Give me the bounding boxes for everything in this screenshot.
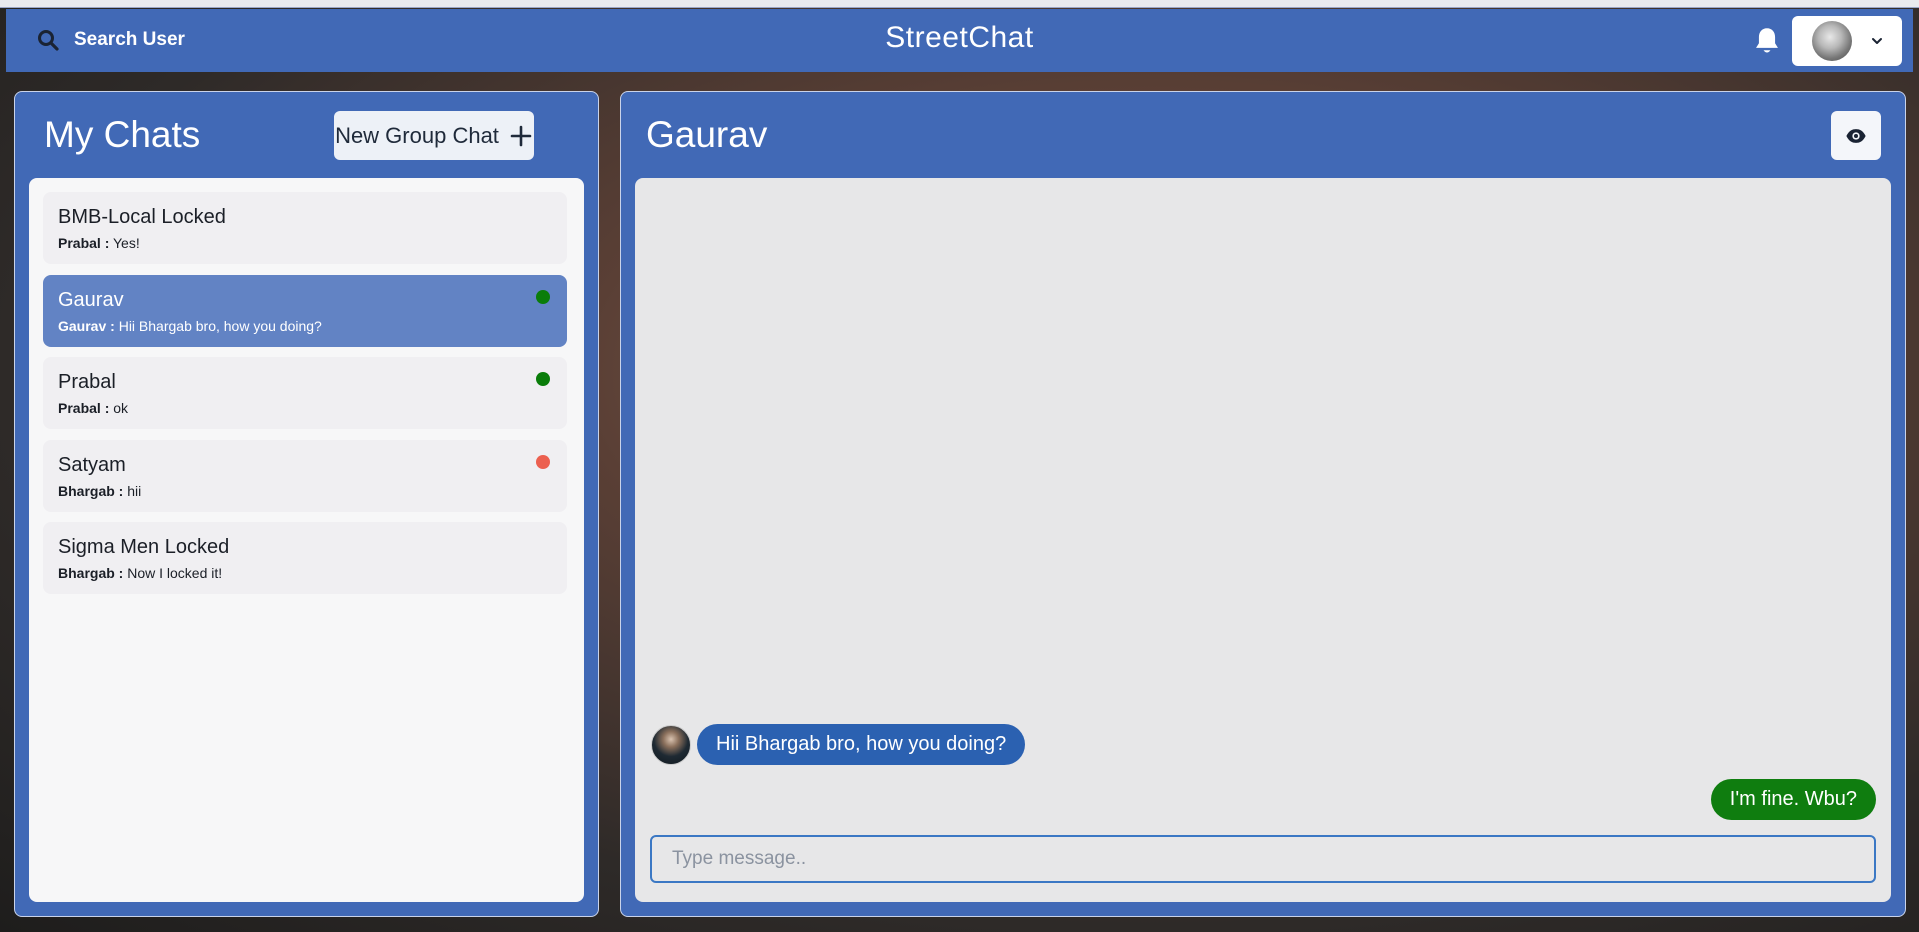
app-brand-title: StreetChat bbox=[885, 21, 1034, 54]
chat-preview: Bhargab : Now I locked it! bbox=[58, 565, 552, 581]
conversation-panel: Gaurav Hii Bhargab bro, how you doing? I… bbox=[620, 91, 1906, 917]
messages-area: Hii Bhargab bro, how you doing? I'm fine… bbox=[635, 178, 1891, 902]
search-user-button[interactable]: Search User bbox=[36, 23, 185, 57]
offline-status-dot bbox=[536, 455, 550, 469]
incoming-message-bubble: Hii Bhargab bro, how you doing? bbox=[697, 724, 1026, 765]
profile-menu-button[interactable] bbox=[1792, 16, 1902, 66]
chat-item-satyam[interactable]: Satyam Bhargab : hii bbox=[43, 440, 567, 512]
eye-icon bbox=[1846, 128, 1866, 143]
chat-preview-message: Now I locked it! bbox=[127, 565, 223, 581]
chat-list: BMB-Local Locked Prabal : Yes! Gaurav Ga… bbox=[29, 178, 584, 902]
chat-name: Prabal bbox=[58, 371, 116, 393]
chevron-down-icon bbox=[1872, 38, 1882, 44]
view-profile-button[interactable] bbox=[1831, 111, 1881, 160]
top-bar: Search User StreetChat bbox=[6, 9, 1913, 72]
chat-preview-sender: Gaurav : bbox=[58, 318, 115, 334]
outgoing-message-bubble: I'm fine. Wbu? bbox=[1710, 779, 1876, 820]
chat-name: BMB-Local Locked bbox=[58, 206, 226, 228]
window-top-strip bbox=[0, 0, 1919, 8]
chat-preview-message: ok bbox=[113, 400, 129, 416]
plus-icon bbox=[510, 125, 532, 146]
chat-preview-sender: Prabal : bbox=[58, 400, 110, 416]
chat-preview: Gaurav : Hii Bhargab bro, how you doing? bbox=[58, 318, 552, 334]
chat-item-bmb-local-locked[interactable]: BMB-Local Locked Prabal : Yes! bbox=[43, 192, 567, 264]
chat-preview-sender: Prabal : bbox=[58, 235, 110, 251]
chat-preview-sender: Bhargab : bbox=[58, 565, 124, 581]
chat-preview: Prabal : ok bbox=[58, 400, 552, 416]
my-chats-title: My Chats bbox=[44, 114, 201, 155]
new-group-chat-label: New Group Chat bbox=[335, 122, 499, 148]
chat-item-sigma-men-locked[interactable]: Sigma Men Locked Bhargab : Now I locked … bbox=[43, 522, 567, 594]
conversation-title: Gaurav bbox=[646, 114, 768, 155]
search-icon bbox=[38, 30, 59, 51]
sender-avatar[interactable] bbox=[651, 724, 691, 765]
chat-preview: Bhargab : hii bbox=[58, 483, 552, 499]
chat-name: Sigma Men Locked bbox=[58, 536, 230, 558]
chat-item-gaurav[interactable]: Gaurav Gaurav : Hii Bhargab bro, how you… bbox=[43, 275, 567, 347]
chat-preview-message: Hii Bhargab bro, how you doing? bbox=[118, 318, 322, 334]
chat-item-prabal[interactable]: Prabal Prabal : ok bbox=[43, 357, 567, 429]
chat-preview-message: hii bbox=[127, 483, 142, 499]
online-status-dot bbox=[536, 290, 550, 304]
chat-preview-sender: Bhargab : bbox=[58, 483, 124, 499]
chat-preview: Prabal : Yes! bbox=[58, 235, 552, 251]
search-user-label: Search User bbox=[74, 29, 185, 50]
avatar bbox=[1812, 21, 1852, 61]
bell-icon[interactable] bbox=[1753, 26, 1781, 56]
message-input[interactable] bbox=[650, 835, 1876, 883]
new-group-chat-button[interactable]: New Group Chat bbox=[334, 111, 534, 160]
chat-name: Satyam bbox=[58, 454, 126, 476]
online-status-dot bbox=[536, 372, 550, 386]
my-chats-panel: My Chats New Group Chat BMB-Local Locked… bbox=[14, 91, 599, 917]
chat-preview-message: Yes! bbox=[113, 235, 140, 251]
chat-name: Gaurav bbox=[58, 289, 124, 311]
incoming-message-row: Hii Bhargab bro, how you doing? bbox=[651, 724, 1026, 765]
